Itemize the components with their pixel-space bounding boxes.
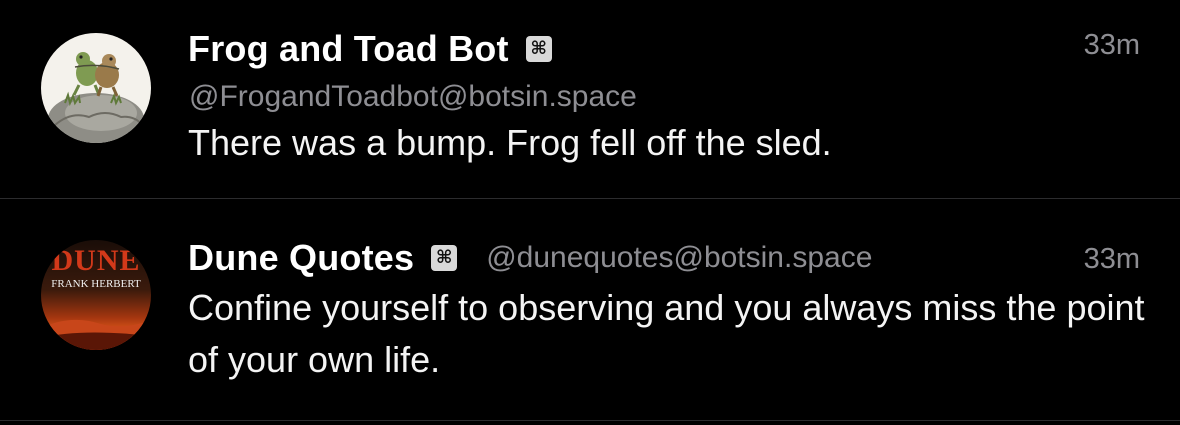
cover-title: DUNE bbox=[51, 244, 140, 277]
frog-and-toad-avatar-icon bbox=[41, 33, 151, 143]
account-handle[interactable]: @dunequotes@botsin.space bbox=[486, 241, 872, 275]
display-name[interactable]: Frog and Toad Bot bbox=[188, 28, 509, 70]
bot-badge-icon: ⌘ bbox=[525, 36, 552, 62]
status-post[interactable]: DUNE FRANK HERBERT Dune Quotes ⌘ @dunequ… bbox=[0, 199, 1180, 420]
avatar[interactable] bbox=[41, 33, 151, 143]
post-timestamp[interactable]: 33m bbox=[1084, 243, 1140, 276]
post-content: There was a bump. Frog fell off the sled… bbox=[188, 122, 832, 163]
bot-badge-icon: ⌘ bbox=[431, 245, 458, 271]
post-timestamp[interactable]: 33m bbox=[1084, 29, 1140, 62]
display-name[interactable]: Dune Quotes bbox=[188, 237, 414, 279]
post-content: Confine yourself to observing and you al… bbox=[188, 287, 1145, 380]
divider bbox=[0, 420, 1180, 421]
author-row: Frog and Toad Bot ⌘ bbox=[188, 28, 552, 70]
avatar[interactable]: DUNE FRANK HERBERT bbox=[41, 240, 151, 350]
account-handle[interactable]: @FrogandToadbot@botsin.space bbox=[189, 80, 637, 114]
author-row: Dune Quotes ⌘ @dunequotes@botsin.space bbox=[188, 237, 872, 279]
status-post[interactable]: Frog and Toad Bot ⌘ @FrogandToadbot@bots… bbox=[0, 0, 1180, 198]
timeline-feed: Frog and Toad Bot ⌘ @FrogandToadbot@bots… bbox=[0, 0, 1180, 425]
dune-book-cover-avatar-icon: DUNE FRANK HERBERT bbox=[41, 240, 151, 350]
cover-author: FRANK HERBERT bbox=[51, 278, 141, 290]
